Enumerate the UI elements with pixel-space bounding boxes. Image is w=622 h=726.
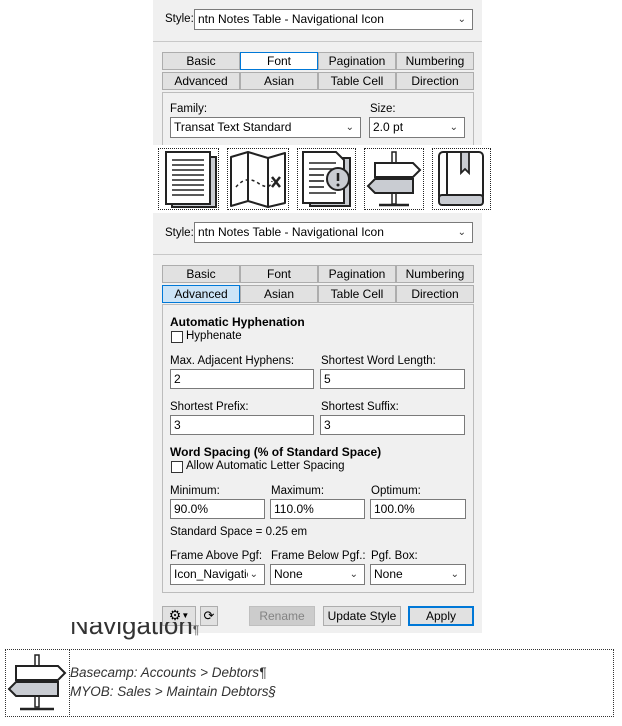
max-adjacent-input[interactable]: 2 (170, 369, 314, 389)
gear-icon: ⚙ (168, 607, 182, 623)
pilcrow-mark: ¶ (192, 623, 200, 637)
hyphenate-label: Hyphenate (186, 330, 242, 342)
separator (153, 41, 482, 42)
notes-table (5, 649, 614, 717)
maximum-label: Maximum: (271, 485, 325, 497)
shortest-word-label: Shortest Word Length: (321, 355, 436, 367)
size-value: 2.0 pt (373, 120, 404, 134)
family-label: Family: (170, 103, 208, 115)
icon-cell-document-stack[interactable] (158, 148, 219, 210)
style-label: Style: (165, 227, 194, 239)
chevron-down-icon: ⌄ (349, 569, 358, 580)
chevron-down-icon: ⌄ (457, 14, 466, 25)
hyphenate-checkbox[interactable] (171, 331, 183, 343)
top-tab-font[interactable]: Font (240, 52, 318, 70)
top-tab-numbering[interactable]: Numbering (396, 52, 474, 70)
map-icon (230, 151, 286, 208)
pgf-box-value: None (374, 567, 403, 581)
tab-pagination[interactable]: Pagination (318, 265, 396, 283)
icon-cell-signpost[interactable] (364, 148, 424, 210)
notes-line-1: Basecamp: Accounts > Debtors¶ (70, 665, 267, 680)
optimum-label: Optimum: (371, 485, 421, 497)
style-select[interactable]: ntn Notes Table - Navigational Icon ⌄ (194, 222, 473, 243)
minimum-label: Minimum: (170, 485, 220, 497)
frame-above-value: Icon_Navigatio (174, 567, 254, 581)
heading-text: Navigation (70, 622, 193, 640)
chevron-down-icon: ⌄ (457, 227, 466, 238)
document-stack-icon (165, 151, 217, 208)
tab-table-cell[interactable]: Table Cell (318, 285, 396, 303)
shortest-suffix-input[interactable]: 3 (320, 415, 465, 435)
optimum-input[interactable]: 100.0% (370, 499, 466, 519)
hyphenation-title: Automatic Hyphenation (170, 315, 305, 329)
top-style-select[interactable]: ntn Notes Table - Navigational Icon ⌄ (194, 9, 473, 30)
top-style-value: ntn Notes Table - Navigational Icon (198, 12, 384, 26)
top-tab-advanced[interactable]: Advanced (162, 72, 240, 90)
chevron-down-icon: ▼ (181, 611, 190, 620)
tab-font[interactable]: Font (240, 265, 318, 283)
tab-direction[interactable]: Direction (396, 285, 474, 303)
frame-below-select[interactable]: None ⌄ (270, 564, 365, 585)
shortest-prefix-input[interactable]: 3 (170, 415, 314, 435)
update-style-button[interactable]: Update Style (323, 606, 401, 626)
shortest-word-input[interactable]: 5 (320, 369, 465, 389)
top-tab-basic[interactable]: Basic (162, 52, 240, 70)
pgf-box-label: Pgf. Box: (371, 550, 418, 562)
icon-cell-document-alert[interactable] (297, 148, 356, 210)
icon-cell-book[interactable] (432, 148, 491, 210)
size-label: Size: (370, 103, 396, 115)
tab-advanced[interactable]: Advanced (162, 285, 240, 303)
pgf-box-select[interactable]: None ⌄ (370, 564, 466, 585)
frame-above-label: Frame Above Pgf: (170, 550, 263, 562)
frame-below-label: Frame Below Pgf.: (271, 550, 366, 562)
notes-table-divider (69, 649, 70, 717)
signpost-icon (366, 151, 422, 207)
tab-asian[interactable]: Asian (240, 285, 318, 303)
size-select[interactable]: 2.0 pt ⌄ (369, 117, 465, 138)
family-value: Transat Text Standard (174, 120, 292, 134)
top-tab-asian[interactable]: Asian (240, 72, 318, 90)
chevron-down-icon: ⌄ (449, 122, 458, 133)
signpost-icon (6, 653, 68, 713)
tab-numbering[interactable]: Numbering (396, 265, 474, 283)
word-spacing-title: Word Spacing (% of Standard Space) (170, 445, 382, 459)
top-tab-pagination[interactable]: Pagination (318, 52, 396, 70)
top-style-label: Style: (165, 13, 194, 25)
max-adjacent-label: Max. Adjacent Hyphens: (170, 355, 295, 367)
shortest-suffix-label: Shortest Suffix: (321, 401, 399, 413)
bookmark-book-icon (438, 151, 484, 206)
standard-space-text: Standard Space = 0.25 em (170, 526, 308, 538)
maximum-input[interactable]: 110.0% (270, 499, 365, 519)
allow-letter-spacing-label: Allow Automatic Letter Spacing (186, 460, 345, 472)
family-select[interactable]: Transat Text Standard ⌄ (170, 117, 361, 138)
refresh-icon: ⟳ (203, 608, 215, 623)
frame-above-select[interactable]: Icon_Navigatio ⌄ (170, 564, 265, 585)
shortest-prefix-label: Shortest Prefix: (170, 401, 249, 413)
apply-button[interactable]: Apply (408, 606, 474, 626)
separator (153, 254, 482, 255)
icon-cell-map[interactable] (227, 148, 289, 210)
minimum-input[interactable]: 90.0% (170, 499, 265, 519)
document-alert-icon (302, 151, 351, 207)
document-heading: Navigation¶ (70, 622, 270, 642)
style-value: ntn Notes Table - Navigational Icon (198, 225, 384, 239)
allow-letter-spacing-checkbox[interactable] (171, 461, 183, 473)
frame-below-value: None (274, 567, 303, 581)
chevron-down-icon: ⌄ (247, 565, 258, 584)
tab-basic[interactable]: Basic (162, 265, 240, 283)
chevron-down-icon: ⌄ (450, 569, 459, 580)
chevron-down-icon: ⌄ (345, 122, 354, 133)
top-tab-table-cell[interactable]: Table Cell (318, 72, 396, 90)
notes-line-2: MYOB: Sales > Maintain Debtors§ (70, 684, 276, 699)
top-tab-direction[interactable]: Direction (396, 72, 474, 90)
